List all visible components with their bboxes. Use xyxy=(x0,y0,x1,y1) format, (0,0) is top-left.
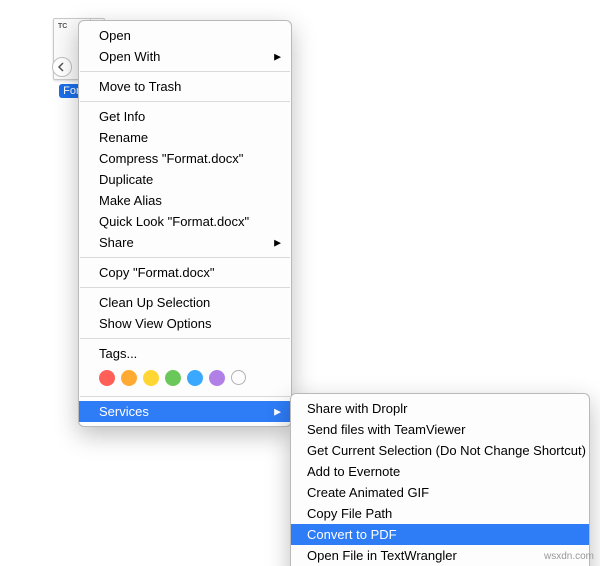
menu-get-info[interactable]: Get Info xyxy=(79,106,291,127)
services-item[interactable]: Send files with TeamViewer xyxy=(291,419,589,440)
services-item[interactable]: Create Animated GIF xyxy=(291,482,589,503)
menu-open[interactable]: Open xyxy=(79,25,291,46)
tags-color-row xyxy=(79,364,291,392)
tag-dot[interactable] xyxy=(209,370,225,386)
services-item[interactable]: Add to Evernote xyxy=(291,461,589,482)
menu-copy[interactable]: Copy "Format.docx" xyxy=(79,262,291,283)
services-item[interactable]: Get Current Selection (Do Not Change Sho… xyxy=(291,440,589,461)
menu-rename[interactable]: Rename xyxy=(79,127,291,148)
tag-dot[interactable] xyxy=(165,370,181,386)
menu-clean-up[interactable]: Clean Up Selection xyxy=(79,292,291,313)
menu-compress[interactable]: Compress "Format.docx" xyxy=(79,148,291,169)
menu-open-with[interactable]: Open With xyxy=(79,46,291,67)
tag-dot[interactable] xyxy=(143,370,159,386)
watermark: wsxdn.com xyxy=(544,551,594,562)
desktop: TC Forma Open Open With Move to Trash Ge… xyxy=(0,0,600,566)
menu-separator xyxy=(80,287,290,288)
menu-move-to-trash[interactable]: Move to Trash xyxy=(79,76,291,97)
menu-services[interactable]: Services xyxy=(79,401,291,422)
menu-make-alias[interactable]: Make Alias xyxy=(79,190,291,211)
tag-dot[interactable] xyxy=(99,370,115,386)
services-submenu: Share with DroplrSend files with TeamVie… xyxy=(290,393,590,566)
menu-share[interactable]: Share xyxy=(79,232,291,253)
menu-show-view-options[interactable]: Show View Options xyxy=(79,313,291,334)
menu-tags[interactable]: Tags... xyxy=(79,343,291,364)
tag-dot[interactable] xyxy=(187,370,203,386)
services-item[interactable]: Share with Droplr xyxy=(291,398,589,419)
menu-separator xyxy=(80,71,290,72)
services-item[interactable]: Convert to PDF xyxy=(291,524,589,545)
menu-separator xyxy=(80,396,290,397)
tag-dot[interactable] xyxy=(121,370,137,386)
services-item[interactable]: Copy File Path xyxy=(291,503,589,524)
menu-duplicate[interactable]: Duplicate xyxy=(79,169,291,190)
menu-separator xyxy=(80,101,290,102)
menu-separator xyxy=(80,257,290,258)
context-menu: Open Open With Move to Trash Get Info Re… xyxy=(78,20,292,427)
file-arrow-icon xyxy=(52,57,72,77)
tag-dot-none[interactable] xyxy=(231,370,246,385)
menu-separator xyxy=(80,338,290,339)
menu-quick-look[interactable]: Quick Look "Format.docx" xyxy=(79,211,291,232)
file-type-badge: TC xyxy=(58,23,67,30)
